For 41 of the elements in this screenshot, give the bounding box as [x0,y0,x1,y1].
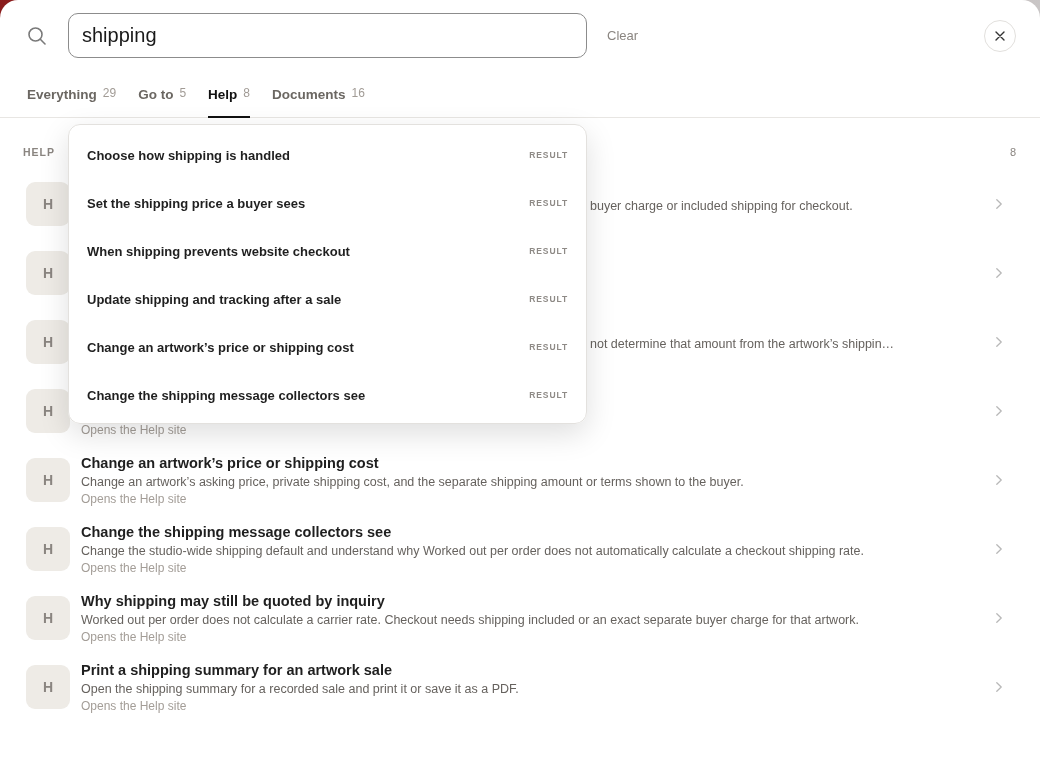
result-tag: RESULT [529,342,568,352]
tab-count: 16 [351,86,365,100]
letter-tile: H [26,457,70,502]
result-tag: RESULT [529,198,568,208]
result-tag: RESULT [529,294,568,304]
letter-tile: H [26,319,70,364]
result-tag: RESULT [529,390,568,400]
result-count: 8 [1009,146,1016,158]
tab-count: 29 [102,86,117,100]
letter-tile: H [26,250,70,295]
tab-count: 8 [243,86,251,100]
result-subtitle: Opens the Help site [81,423,187,437]
suggestion-title: Change the shipping message collectors see [87,387,366,403]
result-tag: RESULT [529,246,568,256]
result-title: Print a shipping summary for an artwork sale [81,662,393,678]
letter-tile: H [26,526,70,571]
result-subtitle: Opens the Help site [81,492,187,506]
letter-tile: H [26,388,70,433]
result-description: buyer charge or included shipping for checkout. [590,199,853,213]
section-title: HELP [23,146,55,158]
suggestion-title: Change an artwork’s price or shipping cost [87,339,354,355]
result-description: Open the shipping summary for a recorded sale and print it or save it as a PDF. [81,682,519,696]
result-subtitle: Opens the Help site [81,630,187,644]
tab-count: 5 [179,86,187,100]
letter-tile: H [26,595,70,640]
result-subtitle: Opens the Help site [81,561,187,575]
result-title: Why shipping may still be quoted by inquiry [81,593,385,609]
suggestion-title: When shipping prevents website checkout [87,243,350,259]
suggestion-title: Update shipping and tracking after a sale [87,291,342,307]
result-description: Worked out per order does not calculate a carrier rate. Checkout needs shipping included or an exact separate buyer charge for that artwork. [81,613,859,627]
letter-tile: H [26,664,70,709]
result-subtitle: Opens the Help site [81,699,187,713]
suggestion-title: Choose how shipping is handled [87,147,290,163]
result-tag: RESULT [529,150,568,160]
result-description: Change an artwork’s asking price, private shipping cost, and the separate shipping amount or terms shown to the buyer. [81,475,744,489]
result-description: Change the studio-wide shipping default and understand why Worked out per order does not automatically calculate a checkout shipping rate. [81,544,864,558]
letter-tile: H [26,181,70,226]
suggestion-title: Set the shipping price a buyer sees [87,195,306,211]
result-title: Change an artwork’s price or shipping cost [81,455,379,471]
result-title: Change the shipping message collectors see [81,524,392,540]
result-description: not determine that amount from the artwork’s shippin… [590,337,895,351]
